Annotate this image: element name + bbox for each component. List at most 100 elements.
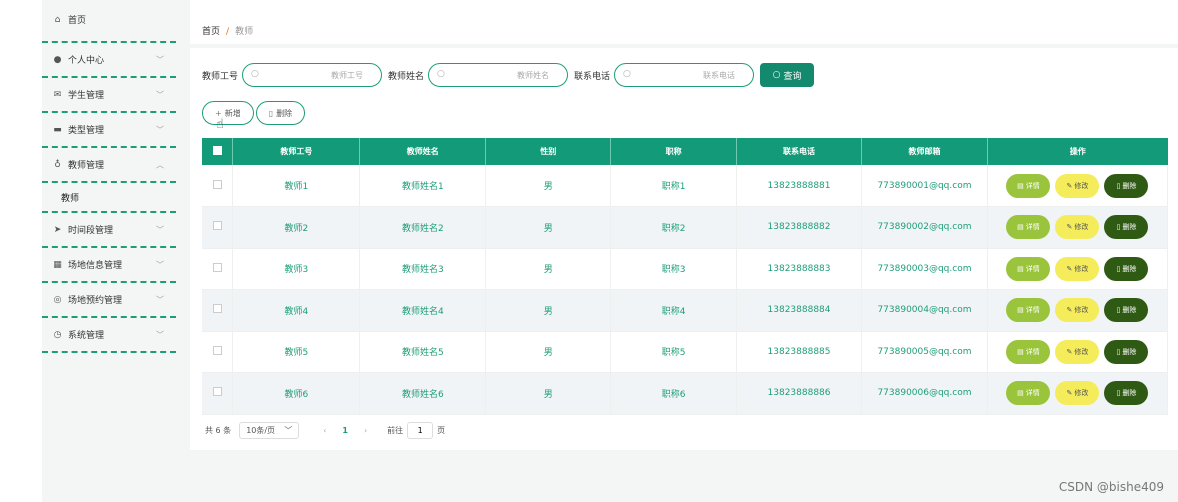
edit-label: 修改	[1074, 181, 1089, 190]
column-header[interactable]: 教师工号	[232, 138, 361, 165]
phone-input[interactable]	[635, 64, 746, 86]
row-actions: ▤ 详情 ✎ 修改 ▯ 删除	[987, 206, 1169, 249]
page-number[interactable]: 1	[342, 426, 348, 435]
sidebar-item-home[interactable]: ⌂ 首页	[42, 0, 176, 43]
row-actions: ▤ 详情 ✎ 修改 ▯ 删除	[987, 372, 1169, 415]
column-header[interactable]: 联系电话	[736, 138, 862, 165]
sidebar-item-personal[interactable]: ● 个人中心 ﹀	[42, 43, 176, 78]
row-checkbox[interactable]	[212, 304, 222, 314]
gauge-icon: ◷	[53, 329, 62, 340]
detail-label: 详情	[1025, 264, 1040, 273]
row-checkbox[interactable]	[212, 387, 222, 397]
sidebar-item-teachers[interactable]: ♁ 教师管理 ︿	[42, 148, 176, 183]
detail-button[interactable]: ▤ 详情	[1006, 339, 1051, 364]
chevron-down-icon: ﹀	[156, 90, 164, 99]
document-icon: ▤	[1017, 389, 1024, 398]
edit-button[interactable]: ✎ 修改	[1055, 381, 1100, 406]
table-cell: 教师2	[232, 206, 361, 249]
search-button[interactable]: ○ 查询	[760, 63, 815, 87]
delete-row-button[interactable]: ▯ 删除	[1104, 215, 1149, 240]
column-header[interactable]: 教师邮箱	[861, 138, 988, 165]
pencil-icon: ✎	[1066, 264, 1073, 273]
edit-button[interactable]: ✎ 修改	[1055, 256, 1100, 281]
detail-label: 详情	[1025, 306, 1040, 315]
chevron-down-icon: ﹀	[156, 330, 164, 339]
search-icon: ○	[623, 69, 631, 79]
edit-button[interactable]: ✎ 修改	[1055, 339, 1100, 364]
table-cell: 教师6	[232, 372, 361, 415]
delete-row-button[interactable]: ▯ 删除	[1104, 173, 1149, 198]
column-header[interactable]: 职称	[610, 138, 738, 165]
row-select-cell	[202, 331, 234, 373]
table-cell: 职称2	[610, 206, 738, 249]
chevron-down-icon: ﹀	[156, 260, 164, 269]
pagination: 共 6 条 10条/页 ﹀ ‹ 1 › 前往 页	[205, 422, 445, 439]
table-cell: 男	[485, 165, 612, 207]
pencil-icon: ✎	[1066, 347, 1073, 356]
row-actions: ▤ 详情 ✎ 修改 ▯ 删除	[987, 248, 1169, 290]
detail-button[interactable]: ▤ 详情	[1006, 381, 1051, 406]
sidebar-subitem-teacher[interactable]: 教师	[42, 183, 176, 213]
sidebar-item-types[interactable]: ▬ 类型管理 ﹀	[42, 113, 176, 148]
edit-button[interactable]: ✎ 修改	[1055, 215, 1100, 240]
add-button[interactable]: + 新增	[202, 101, 254, 125]
table-cell: 13823888882	[736, 206, 862, 249]
table-cell: 教师1	[232, 165, 361, 207]
document-icon: ▤	[1017, 181, 1024, 190]
add-button-label: 新增	[224, 108, 241, 118]
table-cell: 男	[485, 289, 612, 332]
row-checkbox[interactable]	[212, 262, 222, 272]
detail-label: 详情	[1025, 389, 1040, 398]
prev-page-icon[interactable]: ‹	[323, 426, 326, 435]
delete-button[interactable]: ▯ 删除	[255, 101, 306, 125]
delete-row-button[interactable]: ▯ 删除	[1104, 339, 1149, 364]
edit-button[interactable]: ✎ 修改	[1055, 173, 1100, 198]
edit-button[interactable]: ✎ 修改	[1055, 298, 1100, 323]
trash-icon: ▯	[1116, 389, 1121, 398]
delete-row-button[interactable]: ▯ 删除	[1104, 298, 1149, 323]
row-checkbox[interactable]	[212, 179, 222, 189]
row-checkbox[interactable]	[212, 345, 222, 355]
sidebar-item-timeslots[interactable]: ➤ 时间段管理 ﹀	[42, 213, 176, 248]
row-actions: ▤ 详情 ✎ 修改 ▯ 删除	[987, 289, 1169, 332]
total-count: 共 6 条	[205, 426, 232, 435]
column-header: 操作	[987, 138, 1168, 165]
delete-row-button[interactable]: ▯ 删除	[1104, 381, 1149, 406]
table-cell: 教师姓名3	[359, 248, 487, 290]
teacher-id-input[interactable]	[263, 64, 374, 86]
breadcrumb-current: 教师	[235, 27, 254, 37]
table-cell: 773890002@qq.com	[861, 206, 988, 249]
column-header[interactable]: 教师姓名	[359, 138, 487, 165]
detail-button[interactable]: ▤ 详情	[1006, 215, 1051, 240]
row-select-cell	[202, 289, 234, 332]
teacher-name-input[interactable]	[449, 64, 560, 86]
chevron-down-icon: ﹀	[156, 225, 164, 234]
chevron-up-icon: ︿	[156, 160, 164, 169]
select-all-checkbox[interactable]	[212, 146, 222, 155]
table-cell: 男	[485, 248, 612, 290]
breadcrumb: 首页 / 教师	[202, 24, 253, 37]
table-cell: 教师姓名2	[359, 206, 487, 249]
hand-cursor-icon: ☝	[216, 117, 224, 132]
delete-row-button[interactable]: ▯ 删除	[1104, 256, 1149, 281]
column-header[interactable]: 性别	[485, 138, 612, 165]
sidebar-item-students[interactable]: ✉ 学生管理 ﹀	[42, 78, 176, 113]
sidebar: ⌂ 首页 ● 个人中心 ﹀ ✉ 学生管理 ﹀ ▬ 类型管理 ﹀ ♁ 教师管理 ︿…	[42, 0, 176, 502]
detail-button[interactable]: ▤ 详情	[1006, 256, 1051, 281]
search-icon: ○	[251, 69, 259, 79]
breadcrumb-home[interactable]: 首页	[202, 27, 220, 37]
search-label-teacher-id: 教师工号	[202, 71, 239, 82]
page-size-select[interactable]: 10条/页 ﹀	[239, 422, 300, 439]
row-checkbox[interactable]	[212, 221, 222, 231]
detail-button[interactable]: ▤ 详情	[1006, 173, 1051, 198]
table-cell: 职称4	[610, 289, 738, 332]
sidebar-item-reservations[interactable]: ◎ 场地预约管理 ﹀	[42, 283, 176, 318]
sidebar-item-venues[interactable]: ▦ 场地信息管理 ﹀	[42, 248, 176, 283]
table-cell: 13823888881	[736, 165, 862, 207]
goto-page-input[interactable]	[407, 422, 434, 439]
sidebar-item-system[interactable]: ◷ 系统管理 ﹀	[42, 318, 176, 353]
table-cell: 职称1	[610, 165, 738, 207]
sidebar-item-label: 教师管理	[68, 161, 105, 171]
detail-button[interactable]: ▤ 详情	[1006, 298, 1051, 323]
next-page-icon[interactable]: ›	[364, 426, 367, 435]
